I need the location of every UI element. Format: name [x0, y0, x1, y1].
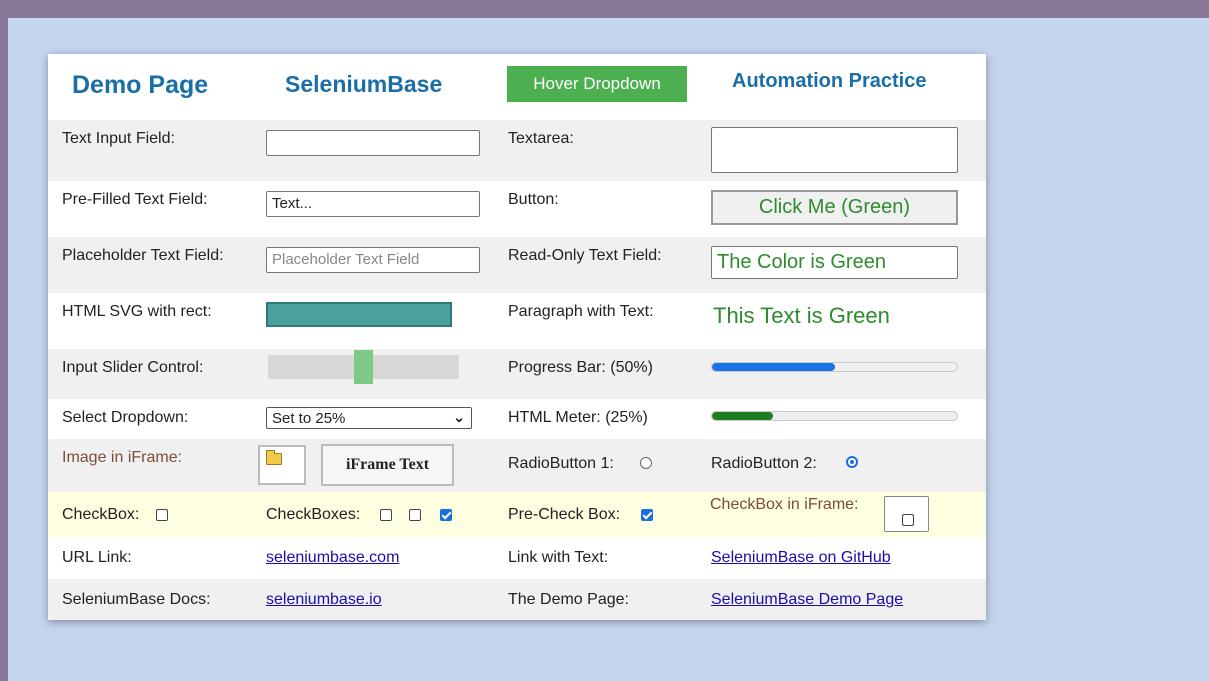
svg-rect: [266, 302, 452, 327]
image-iframe-label: Image in iFrame:: [62, 449, 183, 466]
seleniumbase-com-link[interactable]: seleniumbase.com: [266, 549, 399, 567]
prefilled-label: Pre-Filled Text Field:: [62, 191, 208, 208]
html-meter-fill: [712, 412, 774, 420]
checkbox-3[interactable]: [409, 509, 421, 521]
slider-thumb[interactable]: [354, 350, 373, 384]
page-title: Demo Page: [72, 71, 209, 99]
select-dropdown[interactable]: Set to 25% ⌄: [266, 407, 472, 429]
row-text-input: Text Input Field: Textarea:: [48, 120, 986, 181]
row-prefilled: Pre-Filled Text Field: Text... Button: C…: [48, 181, 986, 237]
docs-label: SeleniumBase Docs:: [62, 591, 211, 608]
radio-button-2[interactable]: [846, 456, 858, 468]
seleniumbase-github-link[interactable]: SeleniumBase on GitHub: [711, 549, 891, 567]
select-value: Set to 25%: [272, 410, 346, 427]
paragraph-label: Paragraph with Text:: [508, 303, 654, 320]
seleniumbase-demo-page-link[interactable]: SeleniumBase Demo Page: [711, 591, 903, 609]
image-iframe: [258, 445, 306, 485]
seleniumbase-io-link[interactable]: seleniumbase.io: [266, 591, 382, 609]
row-iframe-image: Image in iFrame: iFrame Text RadioButton…: [48, 439, 986, 492]
checkbox-iframe: [884, 496, 929, 532]
select-label: Select Dropdown:: [62, 409, 189, 426]
svg-label: HTML SVG with rect:: [62, 303, 212, 320]
window-top-bar: [0, 0, 1209, 18]
row-slider: Input Slider Control: Progress Bar: (50%…: [48, 349, 986, 399]
window-left-bar: [0, 18, 8, 681]
progress-bar-fill: [712, 363, 835, 371]
pre-check-box[interactable]: [641, 509, 653, 521]
precheck-label: Pre-Check Box:: [508, 506, 621, 523]
checkboxes-label: CheckBoxes:: [266, 506, 361, 523]
iframe-checkbox[interactable]: [902, 514, 914, 526]
paragraph-text: This Text is Green: [713, 303, 890, 328]
checkbox-4[interactable]: [440, 509, 452, 521]
prefilled-text-field[interactable]: Text...: [266, 191, 480, 217]
row-docs: SeleniumBase Docs: seleniumbase.io The D…: [48, 579, 986, 620]
textarea-label: Textarea:: [508, 130, 574, 147]
placeholder-label: Placeholder Text Field:: [62, 247, 224, 264]
readonly-label: Read-Only Text Field:: [508, 247, 662, 264]
html-meter: [711, 411, 958, 421]
text-input-label: Text Input Field:: [62, 130, 175, 147]
chevron-down-icon: ⌄: [453, 409, 465, 425]
readonly-text-field: The Color is Green: [711, 246, 958, 279]
demo-page-label: The Demo Page:: [508, 591, 629, 608]
seleniumbase-title: SeleniumBase: [285, 71, 443, 97]
progress-label: Progress Bar: (50%): [508, 359, 653, 376]
slider-label: Input Slider Control:: [62, 359, 204, 376]
checkbox-iframe-label: CheckBox in iFrame:: [710, 496, 859, 513]
header-row: Demo Page SeleniumBase Hover Dropdown Au…: [48, 54, 986, 120]
meter-label: HTML Meter: (25%): [508, 409, 648, 426]
folder-icon: [266, 450, 282, 465]
radio2-label: RadioButton 2:: [711, 455, 817, 472]
iframe-text-button[interactable]: iFrame Text: [321, 444, 454, 486]
row-checkboxes: CheckBox: CheckBoxes: Pre-Check Box: Che…: [48, 492, 986, 537]
checkbox-2[interactable]: [380, 509, 392, 521]
button-label: Button:: [508, 191, 559, 208]
hover-dropdown-button[interactable]: Hover Dropdown: [507, 66, 687, 102]
checkbox-label: CheckBox:: [62, 506, 140, 523]
textarea-field[interactable]: [711, 127, 958, 173]
checkbox-1[interactable]: [156, 509, 168, 521]
text-input-field[interactable]: [266, 130, 480, 156]
placeholder-text-field[interactable]: Placeholder Text Field: [266, 247, 480, 273]
demo-page-card: Demo Page SeleniumBase Hover Dropdown Au…: [48, 54, 986, 620]
radio-button-1[interactable]: [640, 457, 652, 469]
click-me-green-button[interactable]: Click Me (Green): [711, 190, 958, 225]
row-svg: HTML SVG with rect: Paragraph with Text:…: [48, 293, 986, 349]
progress-bar: [711, 362, 958, 372]
radio1-label: RadioButton 1:: [508, 455, 614, 472]
row-url-link: URL Link: seleniumbase.com Link with Tex…: [48, 537, 986, 579]
row-placeholder: Placeholder Text Field: Placeholder Text…: [48, 237, 986, 293]
url-link-label: URL Link:: [62, 549, 132, 566]
link-text-label: Link with Text:: [508, 549, 609, 566]
automation-practice-title: Automation Practice: [732, 70, 927, 92]
